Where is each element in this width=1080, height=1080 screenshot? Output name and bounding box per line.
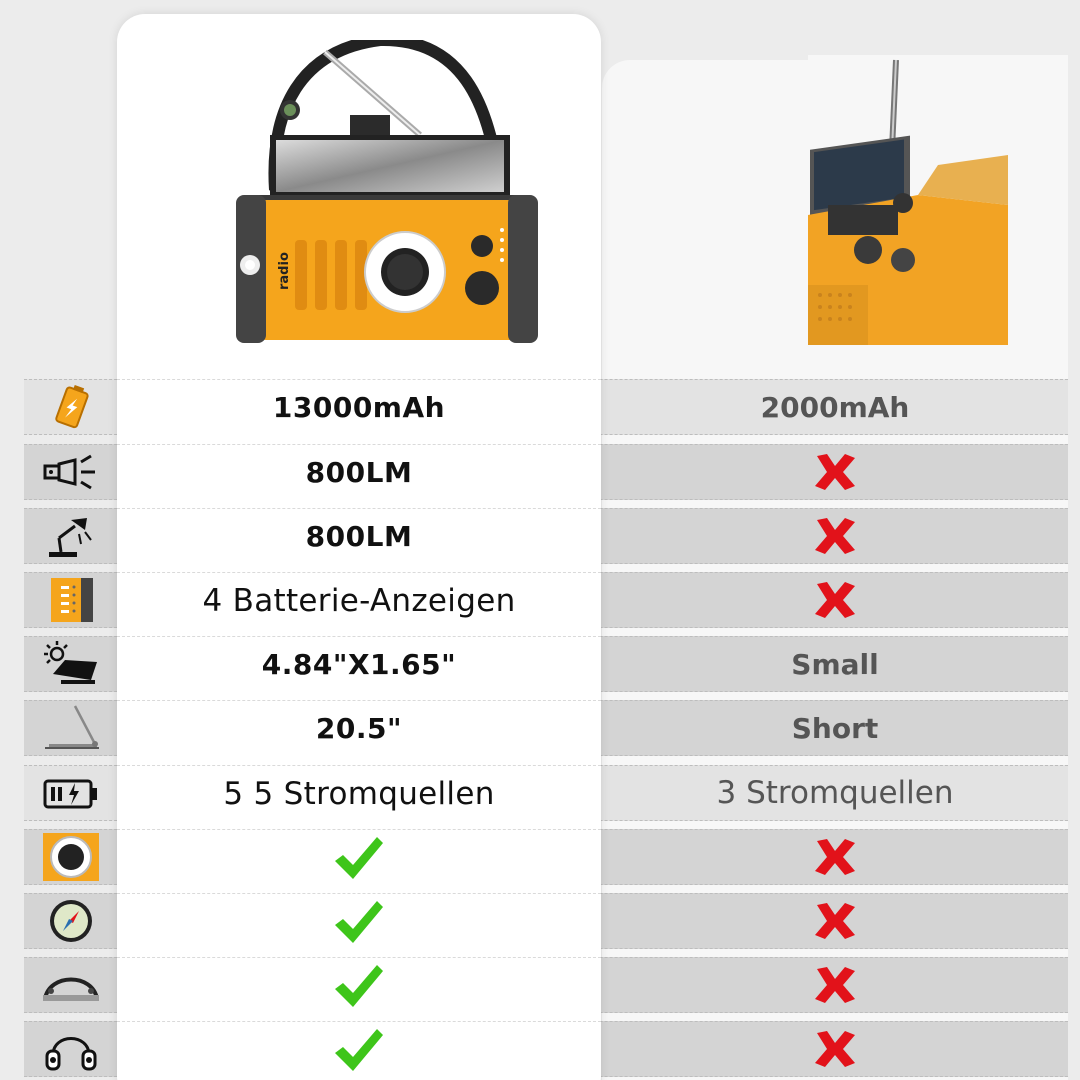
radio-brand-label: radio (277, 252, 292, 290)
cross-icon (602, 1021, 1068, 1077)
product-spec-value: 800LM (117, 444, 601, 500)
competitor-spec-value: 3 Stromquellen (602, 765, 1068, 821)
cross-icon (602, 957, 1068, 1013)
competitor-spec-value: Short (602, 700, 1068, 756)
competitor-spec-text: 2000mAh (760, 390, 910, 424)
product-radio-image: radio (236, 40, 538, 343)
battery-cell-icon (24, 379, 117, 435)
cross-icon (602, 508, 1068, 564)
strap-icon (24, 957, 117, 1013)
product-spec-text: 13000mAh (272, 391, 446, 424)
product-spec-text: 4 Batterie-Anzeigen (202, 582, 516, 619)
comparison-row: 20.5" Short (24, 700, 1068, 756)
product-spec-text: 800LM (305, 520, 413, 553)
tuning-dial-icon (24, 829, 117, 885)
product-spec-text: 800LM (305, 456, 413, 489)
cross-icon (602, 444, 1068, 500)
cross-icon (602, 572, 1068, 628)
battery-indicator-icon (24, 572, 117, 628)
product-spec-value: 20.5" (117, 700, 601, 756)
antenna-icon (24, 700, 117, 756)
competitor-spec-text: Short (791, 711, 879, 745)
competitor-spec-value: 2000mAh (602, 379, 1068, 435)
product-spec-value: 13000mAh (117, 379, 601, 435)
check-icon (117, 893, 601, 949)
flashlight-icon (24, 444, 117, 500)
comparison-row: 4.84"X1.65" Small (24, 636, 1068, 692)
comparison-row (24, 829, 1068, 885)
competitor-radio-image (808, 55, 1068, 355)
reading-lamp-icon (24, 508, 117, 564)
comparison-row: 800LM (24, 444, 1068, 500)
comparison-row: 4 Batterie-Anzeigen (24, 572, 1068, 628)
comparison-stage: radio 13000mAh 2000mAh 800LM 800LM 4 Batteri… (0, 0, 1080, 1080)
competitor-spec-text: Small (791, 647, 879, 681)
cross-icon (602, 893, 1068, 949)
check-icon (117, 957, 601, 1013)
competitor-spec-value: Small (602, 636, 1068, 692)
comparison-row: 800LM (24, 508, 1068, 564)
product-spec-text: 5 5 Stromquellen (223, 775, 495, 812)
comparison-row (24, 1021, 1068, 1077)
check-icon (117, 1021, 601, 1077)
compass-icon (24, 893, 117, 949)
product-spec-value: 4 Batterie-Anzeigen (117, 572, 601, 628)
product-spec-value: 5 5 Stromquellen (117, 765, 601, 821)
comparison-row: 5 5 Stromquellen 3 Stromquellen (24, 765, 1068, 821)
competitor-spec-text: 3 Stromquellen (716, 775, 954, 811)
check-icon (117, 829, 601, 885)
comparison-row (24, 893, 1068, 949)
product-spec-value: 4.84"X1.65" (117, 636, 601, 692)
product-spec-text: 20.5" (315, 712, 403, 745)
power-source-icon (24, 765, 117, 821)
comparison-row: 13000mAh 2000mAh (24, 379, 1068, 435)
product-spec-text: 4.84"X1.65" (261, 648, 457, 681)
product-spec-value: 800LM (117, 508, 601, 564)
solar-panel-icon (24, 636, 117, 692)
comparison-row (24, 957, 1068, 1013)
cross-icon (602, 829, 1068, 885)
headphones-icon (24, 1021, 117, 1077)
